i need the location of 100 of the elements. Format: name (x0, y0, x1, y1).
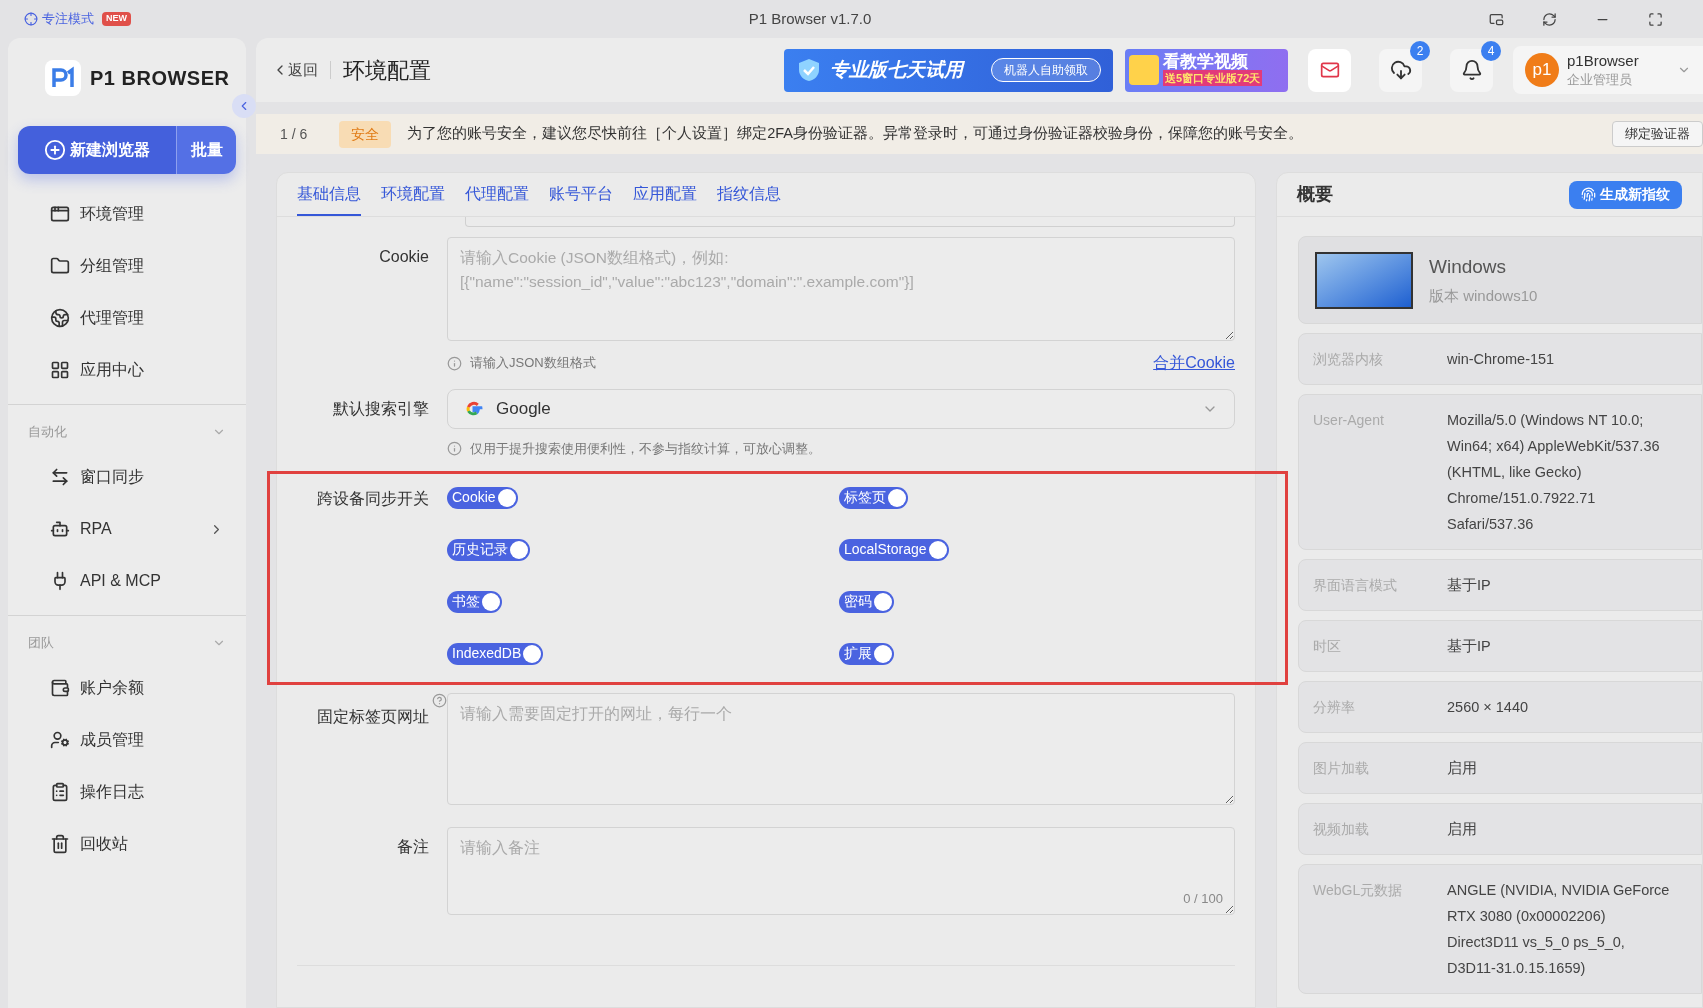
hint-text: 仅用于提升搜索使用便利性，不参与指纹计算，可放心调整。 (470, 440, 821, 458)
trial-claim-button[interactable]: 机器人自助领取 (991, 58, 1101, 82)
nav-item[interactable]: 代理管理 (8, 292, 246, 344)
field-label: 固定标签页网址 (317, 706, 429, 727)
focus-mode-label[interactable]: 专注模式 (42, 9, 94, 29)
new-browser-button[interactable]: 新建浏览器 (18, 126, 176, 174)
info-label: User-Agent (1313, 411, 1385, 430)
field-label: 跨设备同步开关 (316, 488, 430, 509)
download-button[interactable] (1379, 48, 1422, 92)
notice-text: 为了您的账号安全，建议您尽快前往［个人设置］绑定2FA身份验证器。异常登录时，可通过身份验证器校验身份，保障您的账号安全。 (407, 124, 1305, 144)
info-icon (447, 441, 462, 457)
video-banner[interactable]: 看教学视频 送5窗口专业版72天 (1125, 48, 1288, 92)
nav-item[interactable]: 账户余额 (8, 662, 246, 714)
user-name: p1Browser (1567, 51, 1640, 70)
robot-icon (50, 519, 70, 539)
info-label: 分辨率 (1313, 698, 1356, 717)
merge-cookie-link[interactable]: 合并Cookie (1153, 351, 1235, 375)
new-tag: NEW (102, 12, 131, 26)
sync-toggle[interactable]: 标签页 (839, 486, 908, 509)
folder-icon (50, 256, 70, 276)
maximize-icon[interactable] (1648, 11, 1663, 27)
nav-item[interactable]: 分组管理 (8, 240, 246, 292)
user-avatar: p1 (1525, 53, 1559, 87)
mail-button[interactable] (1308, 48, 1351, 92)
tab[interactable]: 环境配置 (381, 182, 445, 216)
mail-icon (1319, 60, 1340, 80)
video-icon (1129, 55, 1159, 85)
tab[interactable]: 应用配置 (633, 182, 697, 216)
char-counter: 0 / 100 (1183, 890, 1223, 908)
bind-authenticator-button[interactable]: 绑定验证器 (1612, 121, 1703, 147)
info-label: 视频加载 (1313, 820, 1370, 839)
shield-icon (796, 57, 822, 83)
info-value: 2560 × 1440 (1447, 698, 1530, 717)
info-value: ANGLE (NVIDIA, NVIDIA GeForce RTX 3080 (0x00002206) Direct3D11 vs_5_0 ps_5_0, D3D11-31.0.15.1659) (1447, 881, 1671, 978)
panel-title: 概要 (1297, 183, 1333, 206)
back-link[interactable]: 返回 (272, 58, 318, 82)
user-role: 企业管理员 (1567, 71, 1633, 89)
fingerprint-icon (1581, 187, 1596, 202)
field-label: Cookie (378, 247, 430, 267)
tab[interactable]: 指纹信息 (717, 182, 781, 216)
notice-counter: 1 / 6 (280, 124, 308, 144)
tab[interactable]: 账号平台 (549, 182, 613, 216)
generate-fingerprint-button[interactable]: 生成新指纹 (1569, 180, 1682, 209)
page-title: 环境配置 (343, 56, 431, 85)
search-engine-select[interactable]: Google (447, 389, 1235, 429)
info-value: Mozilla/5.0 (Windows NT 10.0; Win64; x64) AppleWebKit/537.36 (KHTML, like Gecko) Chrome/151.0.7922.71 Safari/537.36 (1447, 411, 1661, 534)
clipboard-icon (50, 782, 70, 802)
pip-icon[interactable] (1489, 11, 1504, 27)
sync-toggle[interactable]: IndexedDB (447, 642, 544, 665)
user-gear-icon (50, 730, 70, 750)
user-menu[interactable]: p1 p1Browser 企业管理员 (1513, 46, 1703, 94)
collapse-button[interactable] (232, 94, 256, 118)
sync-toggle[interactable]: 密码 (839, 590, 894, 613)
count-badge: 2 (1410, 40, 1430, 61)
nav-item[interactable]: RPA (8, 503, 246, 555)
info-icon (447, 355, 462, 371)
plus-icon (44, 139, 66, 161)
focus-icon (24, 12, 38, 26)
nav-item[interactable]: 环境管理 (8, 188, 246, 240)
wallet-icon (50, 678, 70, 698)
sync-toggle[interactable]: Cookie (447, 486, 518, 509)
trial-banner[interactable]: 专业版七天试用 机器人自助领取 (784, 48, 1113, 92)
cookie-input[interactable]: 请输入Cookie (JSON数组格式)，例如: [{"name":"session_id","value":"abc123","domain":".example.com"}] (447, 237, 1235, 341)
sync-toggle[interactable]: LocalStorage (839, 538, 949, 561)
count-badge: 4 (1481, 40, 1501, 61)
tab[interactable]: 基础信息 (297, 182, 361, 216)
window-title: P1 Browser v1.7.0 (748, 8, 872, 29)
nav-item[interactable]: 成员管理 (8, 714, 246, 766)
nav-item[interactable]: 回收站 (8, 818, 246, 870)
window-icon (50, 204, 70, 224)
nav-item[interactable]: 窗口同步 (8, 451, 246, 503)
bell-icon (1460, 59, 1483, 81)
arrows-icon (50, 467, 70, 487)
logo-text: P1 BROWSER (90, 66, 230, 91)
nav-item[interactable]: 操作日志 (8, 766, 246, 818)
tab[interactable]: 代理配置 (465, 182, 529, 216)
info-label: 时区 (1313, 637, 1342, 656)
hint-text: 请输入JSON数组格式 (470, 354, 597, 373)
info-label: 界面语言模式 (1313, 576, 1398, 595)
info-label: 浏览器内核 (1313, 350, 1384, 369)
refresh-icon[interactable] (1542, 11, 1557, 27)
field-label: 备注 (396, 836, 430, 857)
notification-button[interactable] (1450, 48, 1493, 92)
security-tag: 安全 (339, 120, 392, 148)
batch-button[interactable]: 批量 (176, 126, 236, 174)
info-value: 启用 (1447, 820, 1478, 839)
info-value: win-Chrome-151 (1447, 350, 1556, 369)
nav-item[interactable]: API & MCP (8, 555, 246, 607)
sync-toggle[interactable]: 扩展 (839, 642, 894, 665)
globe-icon (50, 308, 70, 328)
os-name: Windows (1429, 254, 1508, 279)
sync-toggle[interactable]: 书签 (447, 590, 502, 613)
sync-toggle[interactable]: 历史记录 (447, 538, 530, 561)
section-title: 团队 (28, 634, 54, 653)
nav-item[interactable]: 应用中心 (8, 344, 246, 396)
grid-icon (50, 360, 70, 380)
section-title: 自动化 (28, 423, 67, 442)
cloud-download-icon (1389, 59, 1412, 81)
help-icon[interactable] (432, 692, 447, 708)
info-label: WebGL元数据 (1313, 881, 1404, 900)
